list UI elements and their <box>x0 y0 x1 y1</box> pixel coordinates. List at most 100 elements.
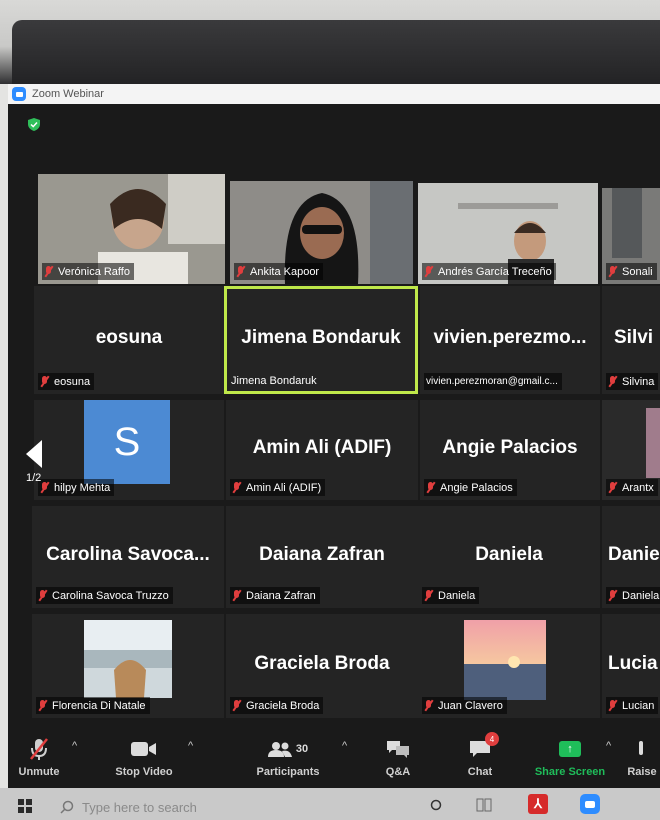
laptop-bezel <box>12 20 660 84</box>
muted-mic-icon <box>608 482 617 493</box>
taskbar-search[interactable]: Type here to search <box>60 798 197 816</box>
participant-name-label: Graciela Broda <box>230 697 324 714</box>
participant-photo <box>464 620 546 700</box>
participant-name-label: Florencia Di Natale <box>36 697 150 714</box>
acrobat-reader-icon[interactable]: ⅄ <box>528 794 548 814</box>
participant-name-label: Sonali <box>606 263 657 280</box>
search-icon <box>60 800 74 814</box>
participant-name-label: Ankita Kapoor <box>234 263 324 280</box>
participants-count: 30 <box>295 743 309 755</box>
zoom-taskbar-icon[interactable] <box>580 794 600 814</box>
participant-tile[interactable]: Graciela Broda Graciela Broda <box>226 614 418 718</box>
muted-mic-icon <box>424 700 433 711</box>
windows-start-icon[interactable] <box>18 799 32 813</box>
participant-display-name: Danie <box>608 543 660 565</box>
stop-video-button[interactable]: Stop Video <box>108 730 180 788</box>
muted-mic-icon <box>608 266 617 277</box>
participant-name-label: Lucian <box>606 697 659 714</box>
search-placeholder: Type here to search <box>82 799 197 815</box>
muted-mic-icon <box>40 482 49 493</box>
muted-mic-icon <box>608 590 617 601</box>
muted-mic-icon <box>608 700 617 711</box>
participants-button[interactable]: 30 Participants <box>248 730 328 788</box>
participant-tile[interactable]: S hilpy Mehta <box>34 400 224 500</box>
participant-display-name: Jimena Bondaruk <box>241 326 401 348</box>
audio-options-caret-icon[interactable]: ^ <box>72 740 77 752</box>
participant-tile[interactable]: Lucia Lucian <box>602 614 660 718</box>
participant-name-label: Andrés García Treceño <box>422 263 556 280</box>
participant-tile[interactable]: Florencia Di Natale <box>32 614 224 718</box>
participant-name-label: Daiana Zafran <box>230 587 320 604</box>
participant-display-name: eosuna <box>95 326 163 348</box>
muted-mic-icon <box>40 376 49 387</box>
participant-tile-active-speaker[interactable]: Jimena Bondaruk Jimena Bondaruk <box>224 286 418 394</box>
meeting-controls-toolbar: Unmute ^ Stop Video ^ 30 Participants ^ … <box>8 730 660 788</box>
muted-microphone-icon <box>30 738 48 760</box>
participant-display-name: Amin Ali (ADIF) <box>252 436 392 458</box>
task-view-icon[interactable] <box>476 798 492 812</box>
zoom-app-icon <box>12 87 26 101</box>
participant-tile[interactable]: Angie Palacios Angie Palacios <box>420 400 600 500</box>
participant-name-label: hilpy Mehta <box>38 479 115 496</box>
muted-mic-icon <box>608 376 617 387</box>
participant-tile[interactable]: Daniela Daniela <box>418 506 600 608</box>
participant-name-label: Jimena Bondaruk <box>231 374 317 387</box>
window-title: Zoom Webinar <box>32 88 104 100</box>
video-tile[interactable]: Andrés García Treceño <box>418 183 598 284</box>
cortana-icon[interactable] <box>430 799 442 811</box>
participant-name-label: vivien.perezmoran@gmail.c... <box>424 373 562 390</box>
participant-tile[interactable]: Daiana Zafran Daiana Zafran <box>226 506 418 608</box>
participant-photo <box>84 620 172 698</box>
participant-display-name: Daniela <box>475 543 543 565</box>
participant-tile[interactable]: Amin Ali (ADIF) Amin Ali (ADIF) <box>226 400 418 500</box>
muted-mic-icon <box>236 266 245 277</box>
share-screen-icon: ↑ <box>559 741 581 757</box>
video-tile[interactable]: Sonali <box>602 188 660 284</box>
muted-mic-icon <box>424 590 433 601</box>
participant-tile[interactable]: Juan Clavero <box>418 614 600 718</box>
participant-display-name: Lucia <box>608 652 658 674</box>
participant-tile[interactable]: Danie Daniela <box>602 506 660 608</box>
video-options-caret-icon[interactable]: ^ <box>188 740 193 752</box>
video-tile[interactable]: Arantx <box>602 400 660 500</box>
participant-name-label: Juan Clavero <box>422 697 507 714</box>
page-indicator: 1/2 <box>26 472 42 484</box>
muted-mic-icon <box>38 700 47 711</box>
participant-avatar: S <box>84 400 170 484</box>
video-tile[interactable]: Ankita Kapoor <box>230 181 413 284</box>
webinar-stage: Verónica Raffo Ankita Kapoor Andrés Garc… <box>8 104 660 730</box>
participant-tile[interactable]: vivien.perezmo... vivien.perezmoran@gmai… <box>420 286 600 394</box>
participants-options-caret-icon[interactable]: ^ <box>342 740 347 752</box>
chat-button[interactable]: 4 Chat <box>460 730 500 788</box>
share-screen-button[interactable]: ↑ Share Screen <box>530 730 610 788</box>
muted-mic-icon <box>44 266 53 277</box>
previous-page-arrow-icon[interactable] <box>26 440 42 468</box>
muted-mic-icon <box>232 590 241 601</box>
raise-hand-button[interactable]: Raise <box>624 730 660 788</box>
video-camera-icon <box>131 742 156 756</box>
muted-mic-icon <box>424 266 433 277</box>
participant-display-name: vivien.perezmo... <box>433 326 587 348</box>
muted-mic-icon <box>232 700 241 711</box>
participant-tile[interactable]: eosuna eosuna <box>34 286 224 394</box>
participant-tile[interactable]: Carolina Savoca... Carolina Savoca Truzz… <box>32 506 224 608</box>
muted-mic-icon <box>38 590 47 601</box>
qa-button[interactable]: Q&A <box>378 730 418 788</box>
raise-hand-icon <box>639 741 643 755</box>
participant-tile[interactable]: Silvi Silvina <box>602 286 660 394</box>
participants-icon <box>267 742 292 757</box>
participant-display-name: Daiana Zafran <box>259 543 385 565</box>
participant-name-label: Daniela <box>606 587 660 604</box>
participant-display-name: Angie Palacios <box>442 436 578 458</box>
share-options-caret-icon[interactable]: ^ <box>606 740 611 752</box>
muted-mic-icon <box>232 482 241 493</box>
participant-name-label: Silvina <box>606 373 659 390</box>
participant-name-label: Daniela <box>422 587 480 604</box>
security-shield-icon <box>28 118 40 131</box>
unmute-button[interactable]: Unmute <box>14 730 64 788</box>
chat-unread-badge: 4 <box>485 732 499 746</box>
video-tile[interactable]: Verónica Raffo <box>38 174 225 284</box>
participant-name-label: Amin Ali (ADIF) <box>230 479 326 496</box>
windows-taskbar: Type here to search ⅄ <box>0 788 660 820</box>
participant-display-name: Graciela Broda <box>254 652 390 674</box>
